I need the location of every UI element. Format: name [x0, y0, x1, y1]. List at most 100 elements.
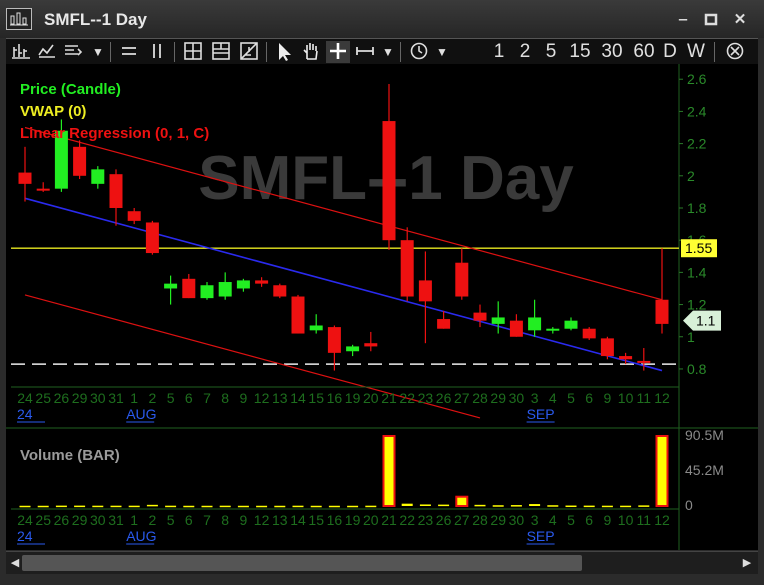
- chart-area[interactable]: SMFL--1 Day Price (Candle) VWAP (0) Linear…: [6, 64, 758, 550]
- price-date-label: 16: [327, 390, 343, 406]
- toolbar-divider: [110, 42, 111, 62]
- volume-date-label: 26: [54, 512, 70, 528]
- candle-body: [455, 262, 469, 297]
- price-date-label: 27: [454, 390, 470, 406]
- price-date-label: 9: [240, 390, 248, 406]
- price-tick-label: 2.6: [687, 71, 707, 87]
- volume-bar: [655, 435, 669, 507]
- legend-item: Linear Regression (0, 1, C): [20, 125, 209, 142]
- candle-body: [528, 317, 542, 331]
- legend-item: VWAP (0): [20, 103, 86, 120]
- volume-bar: [620, 505, 632, 508]
- title-bar[interactable]: SMFL--1 Day ‒ ✕: [0, 0, 764, 38]
- study-icon[interactable]: [36, 41, 58, 63]
- restore-icon: [704, 13, 718, 26]
- price-date-label: 29: [490, 390, 506, 406]
- tools-dropdown-icon[interactable]: ▼: [380, 41, 396, 63]
- candle-body: [145, 222, 159, 254]
- price-date-label: 14: [290, 390, 306, 406]
- interval-60[interactable]: 60: [630, 41, 658, 63]
- price-date-label: 13: [272, 390, 288, 406]
- interval-1[interactable]: 1: [490, 41, 508, 63]
- hand-pan-icon[interactable]: [300, 41, 322, 63]
- pointer-icon[interactable]: [274, 41, 296, 63]
- candle-body: [309, 325, 323, 331]
- volume-date-label: 9: [604, 512, 612, 528]
- style-dropdown-icon[interactable]: ▼: [90, 41, 106, 63]
- minimize-button[interactable]: ‒: [674, 12, 692, 28]
- scroll-left-icon[interactable]: ◀: [8, 555, 22, 571]
- price-date-label: 1: [130, 390, 138, 406]
- candle-body: [400, 240, 414, 297]
- volume-bar: [492, 505, 504, 507]
- grid-icon[interactable]: [182, 41, 204, 63]
- volume-bar: [292, 505, 304, 508]
- scroll-right-icon[interactable]: ▶: [740, 555, 754, 571]
- interval-30[interactable]: 30: [598, 41, 626, 63]
- volume-bar: [128, 505, 140, 508]
- vertical-line-icon[interactable]: [146, 41, 168, 63]
- volume-date-label: 26: [436, 512, 452, 528]
- restore-button[interactable]: [702, 12, 720, 28]
- candle-body: [364, 343, 378, 347]
- price-date-label: 11: [637, 390, 652, 406]
- volume-date-label: 12: [254, 512, 270, 528]
- volume-date-label: 4: [549, 512, 557, 528]
- interval-2[interactable]: 2: [516, 41, 534, 63]
- volume-bar: [92, 505, 104, 508]
- volume-bar: [328, 505, 340, 508]
- measure-icon[interactable]: [354, 41, 376, 63]
- price-date-label: 20: [363, 390, 379, 406]
- clock-icon[interactable]: [408, 41, 430, 63]
- interval-5[interactable]: 5: [542, 41, 560, 63]
- price-month-label: SEP: [527, 406, 555, 422]
- volume-date-label: 3: [531, 512, 539, 528]
- horizontal-line-icon[interactable]: [118, 41, 140, 63]
- scrollbar-thumb[interactable]: [22, 555, 582, 571]
- volume-date-label: 16: [327, 512, 343, 528]
- candle-body: [491, 317, 505, 324]
- candle-body: [255, 280, 269, 284]
- price-date-label: 31: [108, 390, 124, 406]
- volume-month-label: 24: [17, 528, 33, 544]
- price-date-label: 10: [618, 390, 634, 406]
- cancel-icon[interactable]: [724, 41, 746, 63]
- interval-15[interactable]: 15: [566, 41, 594, 63]
- volume-date-label: 28: [472, 512, 488, 528]
- snapshot-icon[interactable]: [238, 41, 260, 63]
- price-tick-label: 2.4: [687, 103, 707, 119]
- price-date-label: 23: [418, 390, 434, 406]
- crosshair-icon[interactable]: [326, 41, 350, 63]
- chart-canvas[interactable]: SMFL--1 Day Price (Candle)VWAP (0)Linear…: [6, 64, 758, 550]
- layout-icon[interactable]: [210, 41, 232, 63]
- volume-bar: [165, 505, 177, 508]
- interval-dropdown-icon[interactable]: ▼: [434, 41, 450, 63]
- price-date-label: 24: [17, 390, 33, 406]
- price-tick-label: 1.4: [687, 264, 707, 280]
- price-date-label: 2: [149, 390, 157, 406]
- candle-body: [182, 278, 196, 299]
- volume-date-label: 6: [585, 512, 593, 528]
- volume-bar: [583, 505, 595, 508]
- candle-body: [164, 283, 178, 289]
- candle-body: [418, 280, 432, 302]
- volume-tick-label: 45.2M: [685, 462, 724, 478]
- price-date-label: 19: [345, 390, 361, 406]
- volume-bar: [401, 503, 413, 506]
- volume-date-label: 14: [290, 512, 306, 528]
- interval-weekly[interactable]: W: [686, 41, 706, 63]
- template-icon[interactable]: [62, 41, 84, 63]
- volume-label: Volume (BAR): [20, 447, 120, 464]
- horizontal-scrollbar[interactable]: ◀ ▶: [6, 551, 758, 574]
- volume-date-label: 6: [185, 512, 193, 528]
- candle-body: [36, 188, 50, 191]
- volume-date-label: 5: [567, 512, 575, 528]
- price-date-label: 6: [585, 390, 593, 406]
- candle-body: [619, 356, 633, 360]
- volume-bar: [382, 435, 396, 507]
- interval-daily[interactable]: D: [661, 41, 679, 63]
- close-button[interactable]: ✕: [731, 12, 749, 28]
- bar-style-icon[interactable]: [10, 41, 32, 63]
- volume-date-label: 13: [272, 512, 288, 528]
- volume-date-label: 31: [108, 512, 124, 528]
